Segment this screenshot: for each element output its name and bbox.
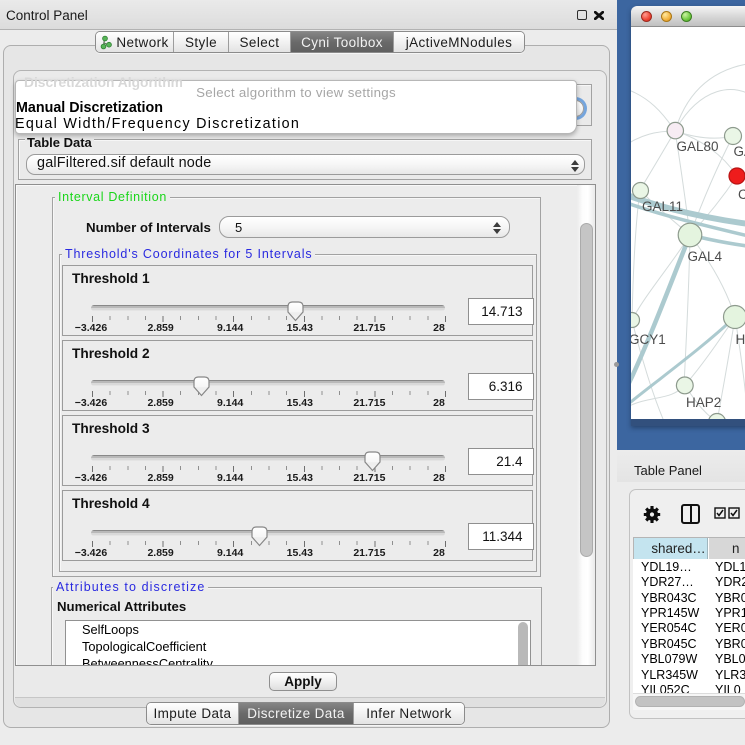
svg-text:GAL80: GAL80 bbox=[734, 144, 745, 159]
svg-text:GCY1: GCY1 bbox=[631, 332, 666, 347]
svg-text:CYC1: CYC1 bbox=[738, 187, 745, 202]
svg-text:HAP2: HAP2 bbox=[686, 395, 721, 410]
svg-text:GAL11: GAL11 bbox=[642, 199, 683, 214]
svg-text:GAL4: GAL4 bbox=[688, 249, 723, 264]
svg-text:GAL80: GAL80 bbox=[677, 139, 719, 154]
svg-text:HAP: HAP bbox=[736, 332, 745, 347]
